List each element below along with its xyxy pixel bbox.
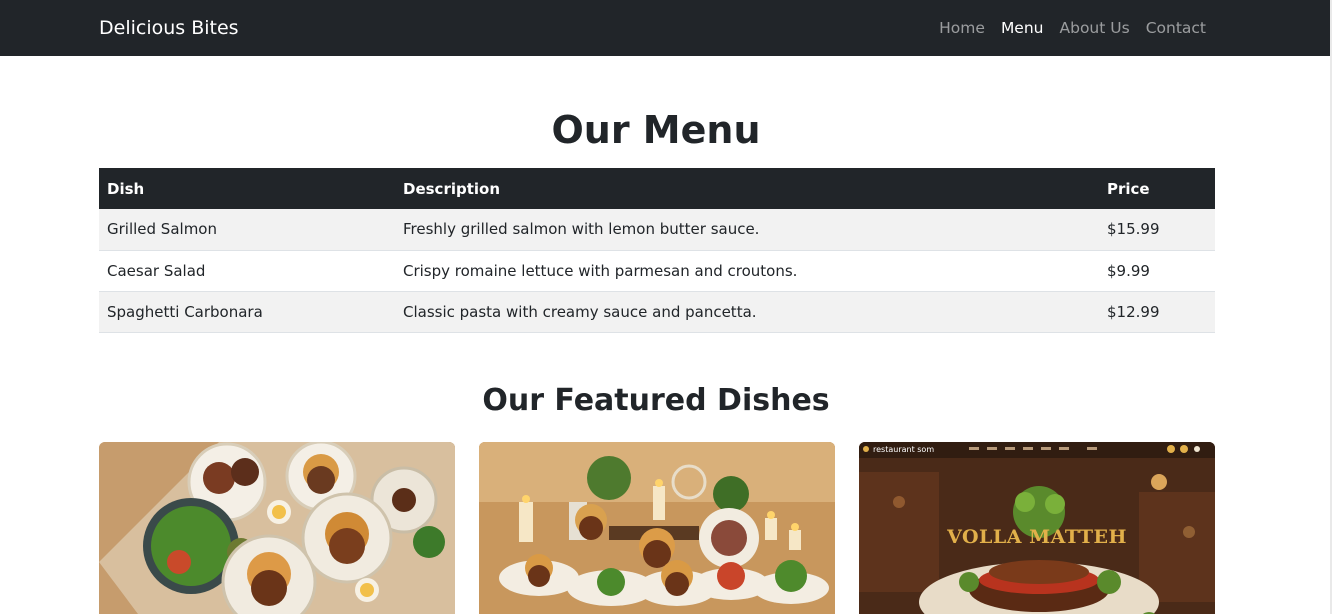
dish-price: $12.99 xyxy=(1099,291,1215,333)
brand-logo-link[interactable]: Delicious Bites xyxy=(99,0,239,56)
dish-price: $15.99 xyxy=(1099,209,1215,251)
site-brand-label: restaurant som xyxy=(873,445,935,454)
column-header-description: Description xyxy=(395,168,1099,209)
menu-table-header-row: Dish Description Price xyxy=(99,168,1215,209)
featured-dishes-title: Our Featured Dishes xyxy=(482,383,830,418)
food-table-photo xyxy=(99,442,455,614)
nav-link-home[interactable]: Home xyxy=(939,19,985,37)
featured-dish-card-2[interactable] xyxy=(479,442,835,614)
site-hero-text: VOLLA MATTEH xyxy=(947,526,1127,548)
dish-name: Grilled Salmon xyxy=(99,209,395,251)
dish-description: Freshly grilled salmon with lemon butter… xyxy=(395,209,1099,251)
dish-name: Spaghetti Carbonara xyxy=(99,291,395,333)
dish-price: $9.99 xyxy=(1099,250,1215,292)
top-navbar: Delicious Bites Home Menu About Us Conta… xyxy=(0,0,1332,56)
menu-table: Dish Description Price Grilled Salmon Fr… xyxy=(99,168,1215,333)
nav-link-about-us[interactable]: About Us xyxy=(1060,19,1130,37)
table-row: Caesar Salad Crispy romaine lettuce with… xyxy=(99,250,1215,292)
dish-description: Crispy romaine lettuce with parmesan and… xyxy=(395,250,1099,292)
nav-links: Home Menu About Us Contact xyxy=(939,0,1206,56)
table-row: Spaghetti Carbonara Classic pasta with c… xyxy=(99,291,1215,333)
table-row: Grilled Salmon Freshly grilled salmon wi… xyxy=(99,209,1215,251)
buffet-candles-photo xyxy=(479,442,835,614)
dish-name: Caesar Salad xyxy=(99,250,395,292)
nav-link-contact[interactable]: Contact xyxy=(1146,19,1206,37)
featured-dish-card-1[interactable] xyxy=(99,442,455,614)
column-header-dish: Dish xyxy=(99,168,395,209)
menu-title: Our Menu xyxy=(551,108,761,152)
column-header-price: Price xyxy=(1099,168,1215,209)
dish-description: Classic pasta with creamy sauce and panc… xyxy=(395,291,1099,333)
nav-link-menu[interactable]: Menu xyxy=(1001,19,1044,37)
featured-dish-card-3[interactable]: restaurant som VOLLA MATTEH xyxy=(859,442,1215,614)
